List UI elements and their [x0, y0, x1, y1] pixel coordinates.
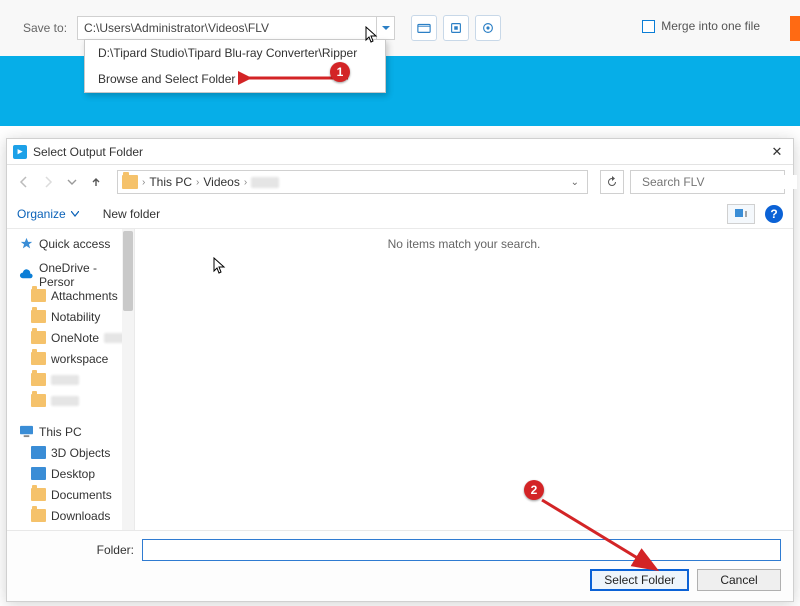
merge-checkbox[interactable]	[642, 20, 655, 33]
folder-icon	[31, 373, 46, 386]
sidebar-item-workspace[interactable]: workspace	[13, 348, 134, 369]
sidebar-scrollbar[interactable]	[122, 229, 134, 530]
folder-icon	[31, 310, 46, 323]
folder-icon	[31, 331, 46, 344]
breadcrumb-bar[interactable]: › This PC › Videos › ⌄	[117, 170, 588, 194]
sidebar-item-downloads[interactable]: Downloads	[13, 505, 134, 526]
folder-icon	[31, 509, 46, 522]
dialog-footer: Folder: Select Folder Cancel	[7, 530, 793, 601]
redacted-text	[51, 396, 79, 406]
nav-recent-button[interactable]	[63, 173, 81, 191]
breadcrumb-redacted	[251, 177, 279, 188]
chevron-down-icon	[71, 211, 79, 217]
dialog-content-area: No items match your search.	[135, 229, 793, 530]
folder-open-icon	[417, 21, 431, 35]
dialog-titlebar: ▸ Select Output Folder ✕	[7, 139, 793, 165]
folder-name-input[interactable]	[142, 539, 781, 561]
search-input[interactable]	[642, 175, 797, 189]
sidebar-item-notability[interactable]: Notability	[13, 306, 134, 327]
arrow-up-icon	[90, 176, 102, 188]
dialog-sidebar: Quick access OneDrive - Persor Attachmen…	[7, 229, 135, 530]
refresh-icon	[606, 176, 618, 188]
sidebar-item-redacted[interactable]	[13, 369, 134, 390]
new-folder-button[interactable]: New folder	[103, 207, 160, 221]
select-folder-button[interactable]: Select Folder	[590, 569, 689, 591]
dialog-title: Select Output Folder	[33, 145, 767, 159]
view-icon	[734, 208, 748, 220]
chevron-down-icon	[382, 26, 390, 30]
sidebar-item-documents[interactable]: Documents	[13, 484, 134, 505]
folder-field-label: Folder:	[19, 543, 134, 557]
sidebar-item-this-pc[interactable]: This PC	[13, 421, 134, 442]
gear-icon	[481, 21, 495, 35]
dropdown-item-recent-path[interactable]: D:\Tipard Studio\Tipard Blu-ray Converte…	[85, 40, 385, 66]
arrow-right-icon	[42, 176, 54, 188]
search-field[interactable]	[630, 170, 785, 194]
sidebar-item-desktop[interactable]: Desktop	[13, 463, 134, 484]
save-path-dropdown-button[interactable]	[377, 16, 395, 40]
breadcrumb-separator: ›	[244, 177, 247, 188]
organize-label: Organize	[17, 207, 66, 221]
sidebar-item-quick-access[interactable]: Quick access	[13, 233, 134, 254]
empty-message: No items match your search.	[135, 237, 793, 251]
breadcrumb-separator: ›	[196, 177, 199, 188]
star-icon	[19, 237, 34, 250]
dialog-toolbar: Organize New folder ?	[7, 199, 793, 229]
chip-icon	[449, 21, 463, 35]
scrollbar-thumb[interactable]	[123, 231, 133, 311]
cancel-button[interactable]: Cancel	[697, 569, 781, 591]
refresh-button[interactable]	[600, 170, 624, 194]
cloud-icon	[19, 268, 34, 281]
dialog-close-button[interactable]: ✕	[767, 142, 787, 162]
open-folder-button[interactable]	[411, 15, 437, 41]
breadcrumb-videos[interactable]: Videos	[203, 175, 239, 189]
redacted-text	[51, 375, 79, 385]
help-button[interactable]: ?	[765, 205, 783, 223]
settings-button[interactable]	[475, 15, 501, 41]
convert-button-edge[interactable]	[790, 16, 800, 41]
folder-icon	[122, 175, 138, 189]
sidebar-item-attachments[interactable]: Attachments	[13, 285, 134, 306]
organize-menu[interactable]: Organize	[17, 207, 79, 221]
dropdown-item-browse[interactable]: Browse and Select Folder	[85, 66, 385, 92]
merge-label: Merge into one file	[661, 19, 760, 33]
nav-forward-button[interactable]	[39, 173, 57, 191]
dialog-app-icon: ▸	[13, 145, 27, 159]
breadcrumb-dropdown[interactable]: ⌄	[567, 177, 583, 188]
sidebar-item-onenote[interactable]: OneNote	[13, 327, 134, 348]
nav-up-button[interactable]	[87, 173, 105, 191]
gpu-accel-button[interactable]	[443, 15, 469, 41]
folder-icon	[31, 352, 46, 365]
sidebar-item-3d-objects[interactable]: 3D Objects	[13, 442, 134, 463]
folder-icon	[31, 488, 46, 501]
view-options-button[interactable]	[727, 204, 755, 224]
sidebar-item-onedrive[interactable]: OneDrive - Persor	[13, 264, 134, 285]
folder-icon	[31, 289, 46, 302]
breadcrumb-this-pc[interactable]: This PC	[149, 175, 192, 189]
folder-icon	[31, 394, 46, 407]
dialog-body: Quick access OneDrive - Persor Attachmen…	[7, 229, 793, 530]
desktop-icon	[31, 467, 46, 480]
arrow-left-icon	[18, 176, 30, 188]
pc-icon	[19, 425, 34, 438]
chevron-down-icon	[67, 177, 77, 187]
breadcrumb-separator: ›	[142, 177, 145, 188]
dialog-nav-row: › This PC › Videos › ⌄	[7, 165, 793, 199]
merge-checkbox-wrap[interactable]: Merge into one file	[642, 19, 760, 33]
select-folder-dialog: ▸ Select Output Folder ✕ › This PC › Vid…	[6, 138, 794, 602]
save-path-input[interactable]	[77, 16, 377, 40]
sidebar-item-redacted[interactable]	[13, 390, 134, 411]
save-path-dropdown-menu: D:\Tipard Studio\Tipard Blu-ray Converte…	[84, 39, 386, 93]
save-to-label: Save to:	[23, 21, 67, 35]
3d-icon	[31, 446, 46, 459]
nav-back-button[interactable]	[15, 173, 33, 191]
